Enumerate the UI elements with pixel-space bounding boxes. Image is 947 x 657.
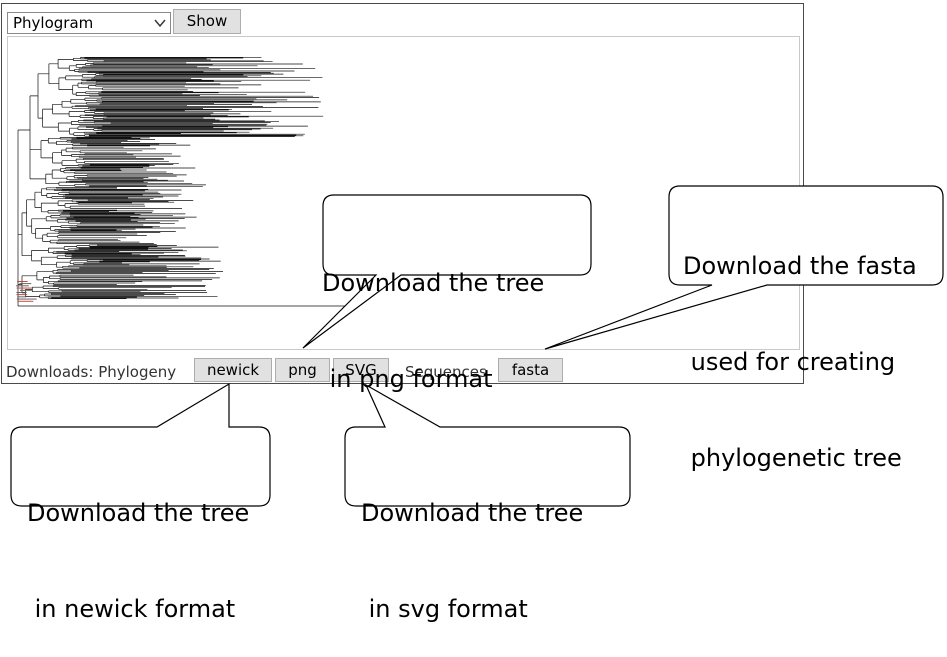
callout-newick-text: Download the tree in newick format <box>27 499 250 623</box>
callout-svg-text: Download the tree in svg format <box>361 499 584 623</box>
callout-png-text: Download the tree in png format <box>322 269 545 393</box>
callout-fasta-text: Download the fasta used for creating phy… <box>683 252 917 472</box>
